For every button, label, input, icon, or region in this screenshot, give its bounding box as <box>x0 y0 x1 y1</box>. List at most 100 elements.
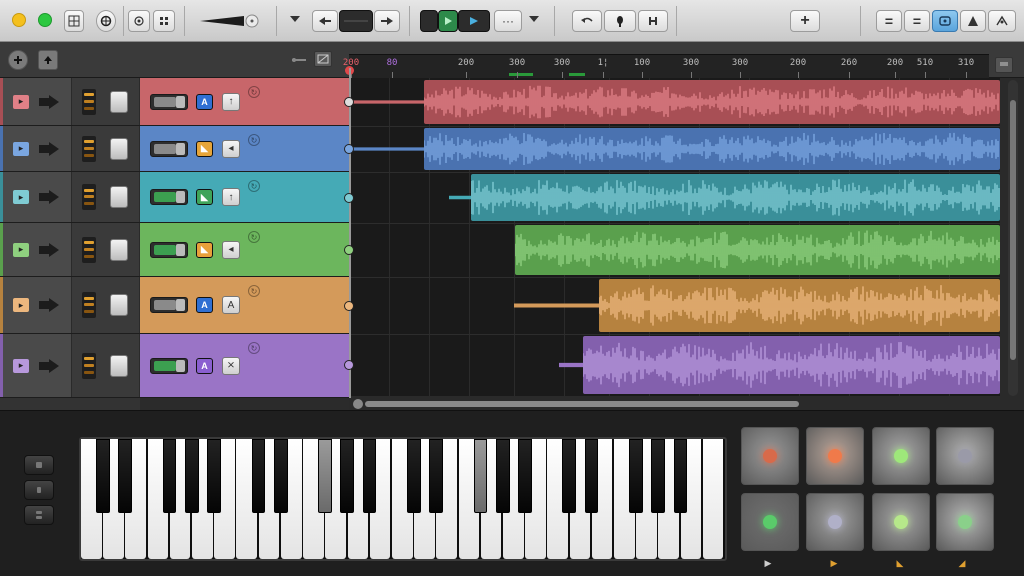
volume-fader[interactable] <box>150 357 188 374</box>
track-type-badge[interactable]: A <box>196 357 213 374</box>
automation-point[interactable] <box>344 97 354 107</box>
black-key[interactable] <box>651 439 666 513</box>
audio-region[interactable] <box>471 174 1000 221</box>
media-button[interactable] <box>960 10 986 32</box>
mute-button[interactable] <box>110 294 128 316</box>
track-type-badge[interactable]: A <box>196 297 213 313</box>
horizontal-scrollbar[interactable] <box>351 398 1000 410</box>
octave-down-button[interactable] <box>24 505 54 525</box>
drum-pad[interactable] <box>936 493 994 551</box>
mute-button[interactable] <box>110 186 128 208</box>
region-lead-in[interactable] <box>349 80 424 124</box>
black-key[interactable] <box>629 439 643 513</box>
automation-point[interactable] <box>344 192 354 203</box>
loops-button[interactable] <box>932 10 958 32</box>
track-instrument-icon[interactable]: ▸ <box>13 190 29 204</box>
rewind-button[interactable] <box>312 10 338 32</box>
black-key[interactable] <box>273 439 288 513</box>
more-button[interactable]: ··· <box>494 10 522 32</box>
close-button[interactable] <box>12 13 26 27</box>
drum-pad[interactable] <box>936 427 994 485</box>
master-volume[interactable] <box>198 13 262 29</box>
minimize-button[interactable] <box>38 13 52 27</box>
track-6-header[interactable]: ▸ A ⨯ ↻ <box>0 334 349 398</box>
solo-button[interactable]: ◂ <box>222 240 240 259</box>
white-key[interactable] <box>702 439 724 559</box>
black-key[interactable] <box>562 439 577 513</box>
track-type-badge[interactable]: ◣ <box>196 241 213 258</box>
zoom-button[interactable] <box>995 57 1013 73</box>
arrow-right-icon[interactable] <box>49 190 59 204</box>
region-lead-in[interactable] <box>349 128 424 170</box>
automation-point[interactable] <box>344 245 354 255</box>
loop-icon[interactable]: ↻ <box>248 231 260 243</box>
audio-region[interactable] <box>599 279 1000 332</box>
sort-tracks-button[interactable] <box>38 50 58 70</box>
track-3-header[interactable]: ▸ ◣ ↑ ↻ <box>0 172 349 223</box>
loop-region-marker[interactable] <box>509 73 533 76</box>
black-key[interactable] <box>184 439 199 513</box>
drum-pad[interactable] <box>872 427 930 485</box>
black-key[interactable] <box>207 439 221 513</box>
list-editor-button[interactable]: = <box>876 10 902 32</box>
black-key[interactable] <box>407 439 421 513</box>
arrow-right-icon[interactable] <box>49 298 59 312</box>
track-instrument-icon[interactable]: ▸ <box>13 94 29 109</box>
black-key[interactable] <box>429 439 443 513</box>
track-type-badge[interactable]: A <box>196 93 213 110</box>
forward-button[interactable] <box>374 10 400 32</box>
library-button[interactable] <box>988 10 1016 32</box>
black-key[interactable] <box>96 439 110 513</box>
arrow-right-icon[interactable] <box>49 94 59 109</box>
track-instrument-icon[interactable]: ▸ <box>13 242 29 257</box>
black-key[interactable] <box>495 439 510 513</box>
vertical-scrollbar[interactable] <box>1008 80 1018 396</box>
undo-button[interactable] <box>572 10 602 32</box>
black-key[interactable] <box>362 439 377 513</box>
automation-point[interactable] <box>344 300 354 311</box>
dropdown-icon[interactable] <box>529 16 539 22</box>
loop-browser-button[interactable] <box>128 10 150 32</box>
volume-fader[interactable] <box>150 241 188 258</box>
region-lead-in[interactable] <box>514 279 599 332</box>
drum-pad[interactable] <box>806 427 864 485</box>
catch-mode-button[interactable] <box>314 51 332 67</box>
horizontal-scroll-thumb[interactable] <box>365 401 799 407</box>
black-key[interactable] <box>162 439 177 513</box>
add-track-round-button[interactable] <box>8 50 28 70</box>
notepad-button[interactable]: = <box>904 10 930 32</box>
display-field[interactable] <box>339 10 373 32</box>
count-in-button[interactable] <box>638 10 668 32</box>
region-lead-in[interactable] <box>449 174 471 221</box>
arrow-right-icon[interactable] <box>49 358 59 373</box>
octave-mid-button[interactable] <box>24 480 54 500</box>
pin-icon[interactable] <box>290 54 308 66</box>
arrow-right-icon[interactable] <box>49 141 59 156</box>
volume-fader[interactable] <box>150 140 188 157</box>
octave-up-button[interactable] <box>24 455 54 475</box>
black-key[interactable] <box>318 439 332 513</box>
black-key[interactable] <box>473 439 488 513</box>
solo-button[interactable]: ↑ <box>222 92 240 111</box>
loop-region-marker[interactable] <box>569 73 585 76</box>
loop-icon[interactable]: ↻ <box>248 86 260 98</box>
automation-point[interactable] <box>344 360 354 370</box>
smart-controls-button[interactable] <box>96 10 116 32</box>
volume-fader[interactable] <box>150 189 188 205</box>
piano-keyboard[interactable] <box>79 437 727 561</box>
track-instrument-icon[interactable]: ▸ <box>13 358 29 373</box>
loop-icon[interactable]: ↻ <box>248 180 260 192</box>
loop-icon[interactable]: ↻ <box>248 285 260 297</box>
play-button[interactable] <box>438 10 458 32</box>
drum-pad[interactable] <box>872 493 930 551</box>
drum-pad[interactable] <box>741 493 799 551</box>
black-key[interactable] <box>251 439 266 513</box>
track-instrument-icon[interactable]: ▸ <box>13 141 29 156</box>
track-4-header[interactable]: ▸ ◣ ◂ ↻ <box>0 223 349 277</box>
audio-region[interactable] <box>424 128 1000 170</box>
volume-fader[interactable] <box>150 93 188 110</box>
black-key[interactable] <box>518 439 532 513</box>
drum-pad[interactable] <box>806 493 864 551</box>
solo-button[interactable]: ⨯ <box>222 356 240 375</box>
mute-button[interactable] <box>110 137 128 160</box>
